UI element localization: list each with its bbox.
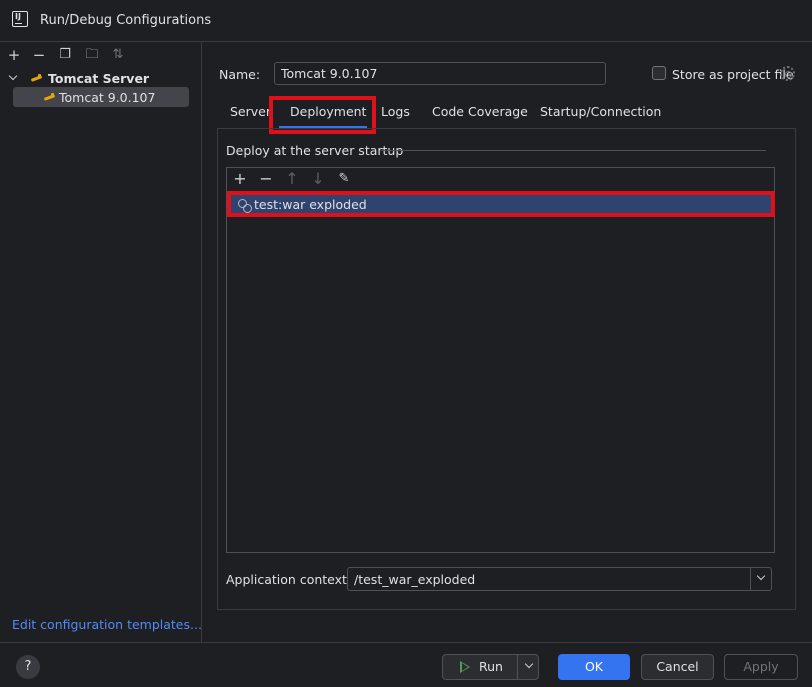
window-title: Run/Debug Configurations [40, 13, 212, 28]
copy-icon[interactable]: ❐ [56, 46, 74, 64]
run-divider [517, 655, 518, 679]
run-button[interactable]: Run [442, 654, 539, 680]
tree-item-tomcat-config[interactable]: Tomcat 9.0.107 [13, 87, 189, 107]
chevron-down-icon[interactable] [756, 573, 766, 583]
tree-group-label: Tomcat Server [48, 70, 150, 86]
chevron-down-icon[interactable] [8, 72, 20, 84]
tomcat-icon [30, 73, 44, 83]
apply-button[interactable]: Apply [724, 654, 798, 680]
edit-templates-link[interactable]: Edit configuration templates... [12, 617, 202, 632]
plus-icon[interactable]: + [5, 46, 23, 64]
run-label: Run [479, 659, 503, 674]
chevron-down-icon[interactable] [525, 662, 533, 670]
artifact-highlight [227, 191, 775, 217]
minus-icon[interactable]: − [257, 170, 275, 188]
application-context-value[interactable]: /test_war_exploded [354, 572, 475, 587]
cancel-button[interactable]: Cancel [641, 654, 714, 680]
tree-group-tomcat-server[interactable]: Tomcat Server [8, 69, 149, 87]
sort-icon[interactable]: ⇅ [109, 46, 127, 64]
minus-icon[interactable]: − [30, 46, 48, 64]
artifact-list [226, 167, 775, 553]
store-as-project-file-label: Store as project file [672, 67, 794, 82]
store-as-project-file-checkbox[interactable] [652, 66, 666, 80]
tab-server[interactable]: Server [230, 100, 271, 128]
tab-startup-connection[interactable]: Startup/Connection [540, 100, 661, 128]
tomcat-icon [43, 92, 57, 102]
intellij-app-icon: IJ [12, 11, 28, 27]
play-icon [460, 661, 470, 673]
ok-button[interactable]: OK [558, 654, 630, 680]
name-field[interactable] [274, 62, 606, 85]
section-title: Deploy at the server startup [226, 143, 404, 158]
tree-item-label: Tomcat 9.0.107 [59, 89, 156, 105]
configurations-sidebar: + − ❐ 🗀 ⇅ [0, 42, 202, 642]
move-down-icon[interactable]: ↓ [309, 170, 327, 188]
folder-add-icon[interactable]: 🗀 [83, 46, 101, 64]
plus-icon[interactable]: + [231, 170, 249, 188]
help-button[interactable]: ? [16, 655, 40, 679]
name-label: Name: [219, 67, 261, 82]
edit-icon[interactable]: ✎ [335, 170, 353, 188]
combobox-divider [750, 568, 751, 590]
move-up-icon[interactable]: ↑ [283, 170, 301, 188]
tab-code-coverage[interactable]: Code Coverage [432, 100, 528, 128]
tab-logs[interactable]: Logs [381, 100, 410, 128]
section-divider [381, 150, 766, 151]
application-context-label: Application context: [226, 572, 352, 587]
gear-icon[interactable] [780, 66, 795, 81]
